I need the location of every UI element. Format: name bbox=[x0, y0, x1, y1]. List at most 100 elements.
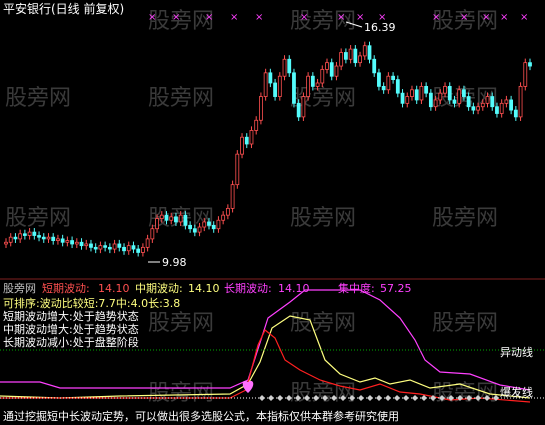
candle-body bbox=[504, 99, 509, 104]
candle-body bbox=[339, 52, 344, 67]
candle-body bbox=[362, 45, 367, 57]
mid-wave-value: 14.10 bbox=[188, 282, 220, 295]
candle-body bbox=[301, 96, 306, 118]
signal-x-marker: × bbox=[432, 12, 440, 23]
candle-body bbox=[391, 75, 395, 81]
short-status-text: 短期波动增大:处于趋势状态 bbox=[3, 309, 139, 323]
abnormal-line-label: 异动线 bbox=[500, 345, 533, 359]
candle-body bbox=[103, 245, 108, 248]
candle-body bbox=[183, 214, 188, 226]
candle-body bbox=[107, 246, 112, 250]
long-wave-value: 14.10 bbox=[278, 282, 310, 295]
signal-x-marker: × bbox=[500, 12, 508, 23]
candle-body bbox=[367, 45, 372, 60]
candle-body bbox=[329, 62, 334, 77]
candle-body bbox=[395, 79, 400, 94]
candle-body bbox=[292, 72, 296, 104]
candle-body bbox=[216, 219, 221, 230]
site-label: 股旁网 bbox=[3, 281, 36, 295]
signal-x-marker: × bbox=[337, 12, 345, 23]
candle-body bbox=[287, 58, 292, 74]
candle-body bbox=[386, 75, 391, 91]
candle-body bbox=[490, 96, 495, 108]
candle-body bbox=[263, 72, 268, 97]
short-wave-label: 短期波动: bbox=[42, 281, 90, 295]
short-wave-value: 14.10 bbox=[98, 282, 130, 295]
candle-body bbox=[509, 99, 514, 111]
candle-body bbox=[273, 82, 277, 97]
candle-body bbox=[419, 85, 424, 101]
candle-body bbox=[60, 238, 65, 243]
candle-body bbox=[202, 221, 207, 228]
candle-body bbox=[188, 224, 193, 230]
candle-body bbox=[254, 119, 259, 131]
candle-body bbox=[8, 236, 13, 243]
signal-x-marker: × bbox=[300, 12, 308, 23]
signal-x-marker: × bbox=[520, 12, 528, 23]
candle-body bbox=[377, 72, 381, 87]
candle-body bbox=[400, 92, 405, 104]
candle-body bbox=[98, 245, 103, 250]
footer-note: 通过挖掘短中长波动定势，可以做出很多选股公式，本指标仅供本群参考研究使用 bbox=[3, 409, 399, 423]
candle-body bbox=[452, 99, 457, 104]
candle-body bbox=[476, 106, 480, 111]
candle-body bbox=[79, 241, 84, 247]
candle-body bbox=[192, 228, 197, 233]
candle-body bbox=[249, 130, 254, 145]
candle-body bbox=[117, 243, 122, 248]
candle-body bbox=[89, 243, 93, 248]
candle-body bbox=[159, 214, 164, 219]
candle-body bbox=[372, 58, 377, 74]
candle-body bbox=[268, 72, 273, 84]
candle-body bbox=[480, 102, 485, 108]
candle-body bbox=[334, 65, 339, 77]
signal-x-marker: × bbox=[230, 12, 238, 23]
candle-body bbox=[381, 85, 386, 91]
candle-body bbox=[320, 69, 325, 84]
stock-chart-canvas: 股旁网 股旁网 股旁网 股旁网 股旁网 股旁网 股旁网 股旁网 股旁网 股旁网 … bbox=[0, 0, 545, 425]
candle-body bbox=[523, 62, 528, 87]
candle-body bbox=[343, 52, 348, 60]
candle-body bbox=[70, 240, 74, 245]
concentration-value: 57.25 bbox=[380, 282, 412, 295]
candle-body bbox=[230, 184, 235, 209]
long-status-text: 长期波动减小:处于盘整阶段 bbox=[3, 335, 139, 349]
candle-body bbox=[46, 236, 51, 240]
candle-body bbox=[325, 62, 329, 70]
candle-body bbox=[315, 82, 320, 87]
candle-body bbox=[18, 233, 23, 240]
signal-x-marker: × bbox=[205, 12, 213, 23]
watermark: 股旁网 bbox=[148, 311, 214, 336]
candle-body bbox=[22, 233, 27, 236]
mid-status-text: 中期波动增大:处于趋势状态 bbox=[3, 322, 139, 336]
watermark: 股旁网 bbox=[5, 206, 71, 231]
signal-x-marker: × bbox=[460, 12, 468, 23]
candle-body bbox=[443, 85, 447, 94]
watermark: 股旁网 bbox=[290, 206, 356, 231]
watermark: 股旁网 bbox=[148, 86, 214, 111]
chart-title: 平安银行(日线 前复权) bbox=[3, 1, 124, 16]
candle-body bbox=[277, 75, 282, 97]
candle-body bbox=[41, 236, 46, 240]
candle-body bbox=[13, 236, 18, 240]
candle-body bbox=[150, 228, 155, 240]
candle-body bbox=[221, 214, 226, 221]
candle-body bbox=[410, 89, 414, 97]
candle-body bbox=[56, 238, 60, 241]
signal-x-marker: × bbox=[148, 12, 156, 23]
signal-x-marker: × bbox=[482, 12, 490, 23]
candle-body bbox=[37, 235, 41, 238]
candle-body bbox=[485, 96, 490, 104]
candle-body bbox=[438, 92, 443, 101]
low-price-label: 9.98 bbox=[162, 256, 187, 269]
candle-body bbox=[296, 102, 301, 118]
indicator-header: 股旁网 短期波动: 14.10 中期波动: 14.10 长期波动: 14.10 … bbox=[3, 281, 412, 295]
candle-body bbox=[225, 207, 230, 216]
candle-body bbox=[211, 224, 216, 230]
candle-body bbox=[518, 85, 523, 118]
candle-body bbox=[499, 102, 504, 114]
candle-body bbox=[495, 106, 499, 114]
candle-body bbox=[141, 246, 145, 253]
candle-body bbox=[306, 75, 311, 97]
candle-body bbox=[235, 153, 240, 186]
